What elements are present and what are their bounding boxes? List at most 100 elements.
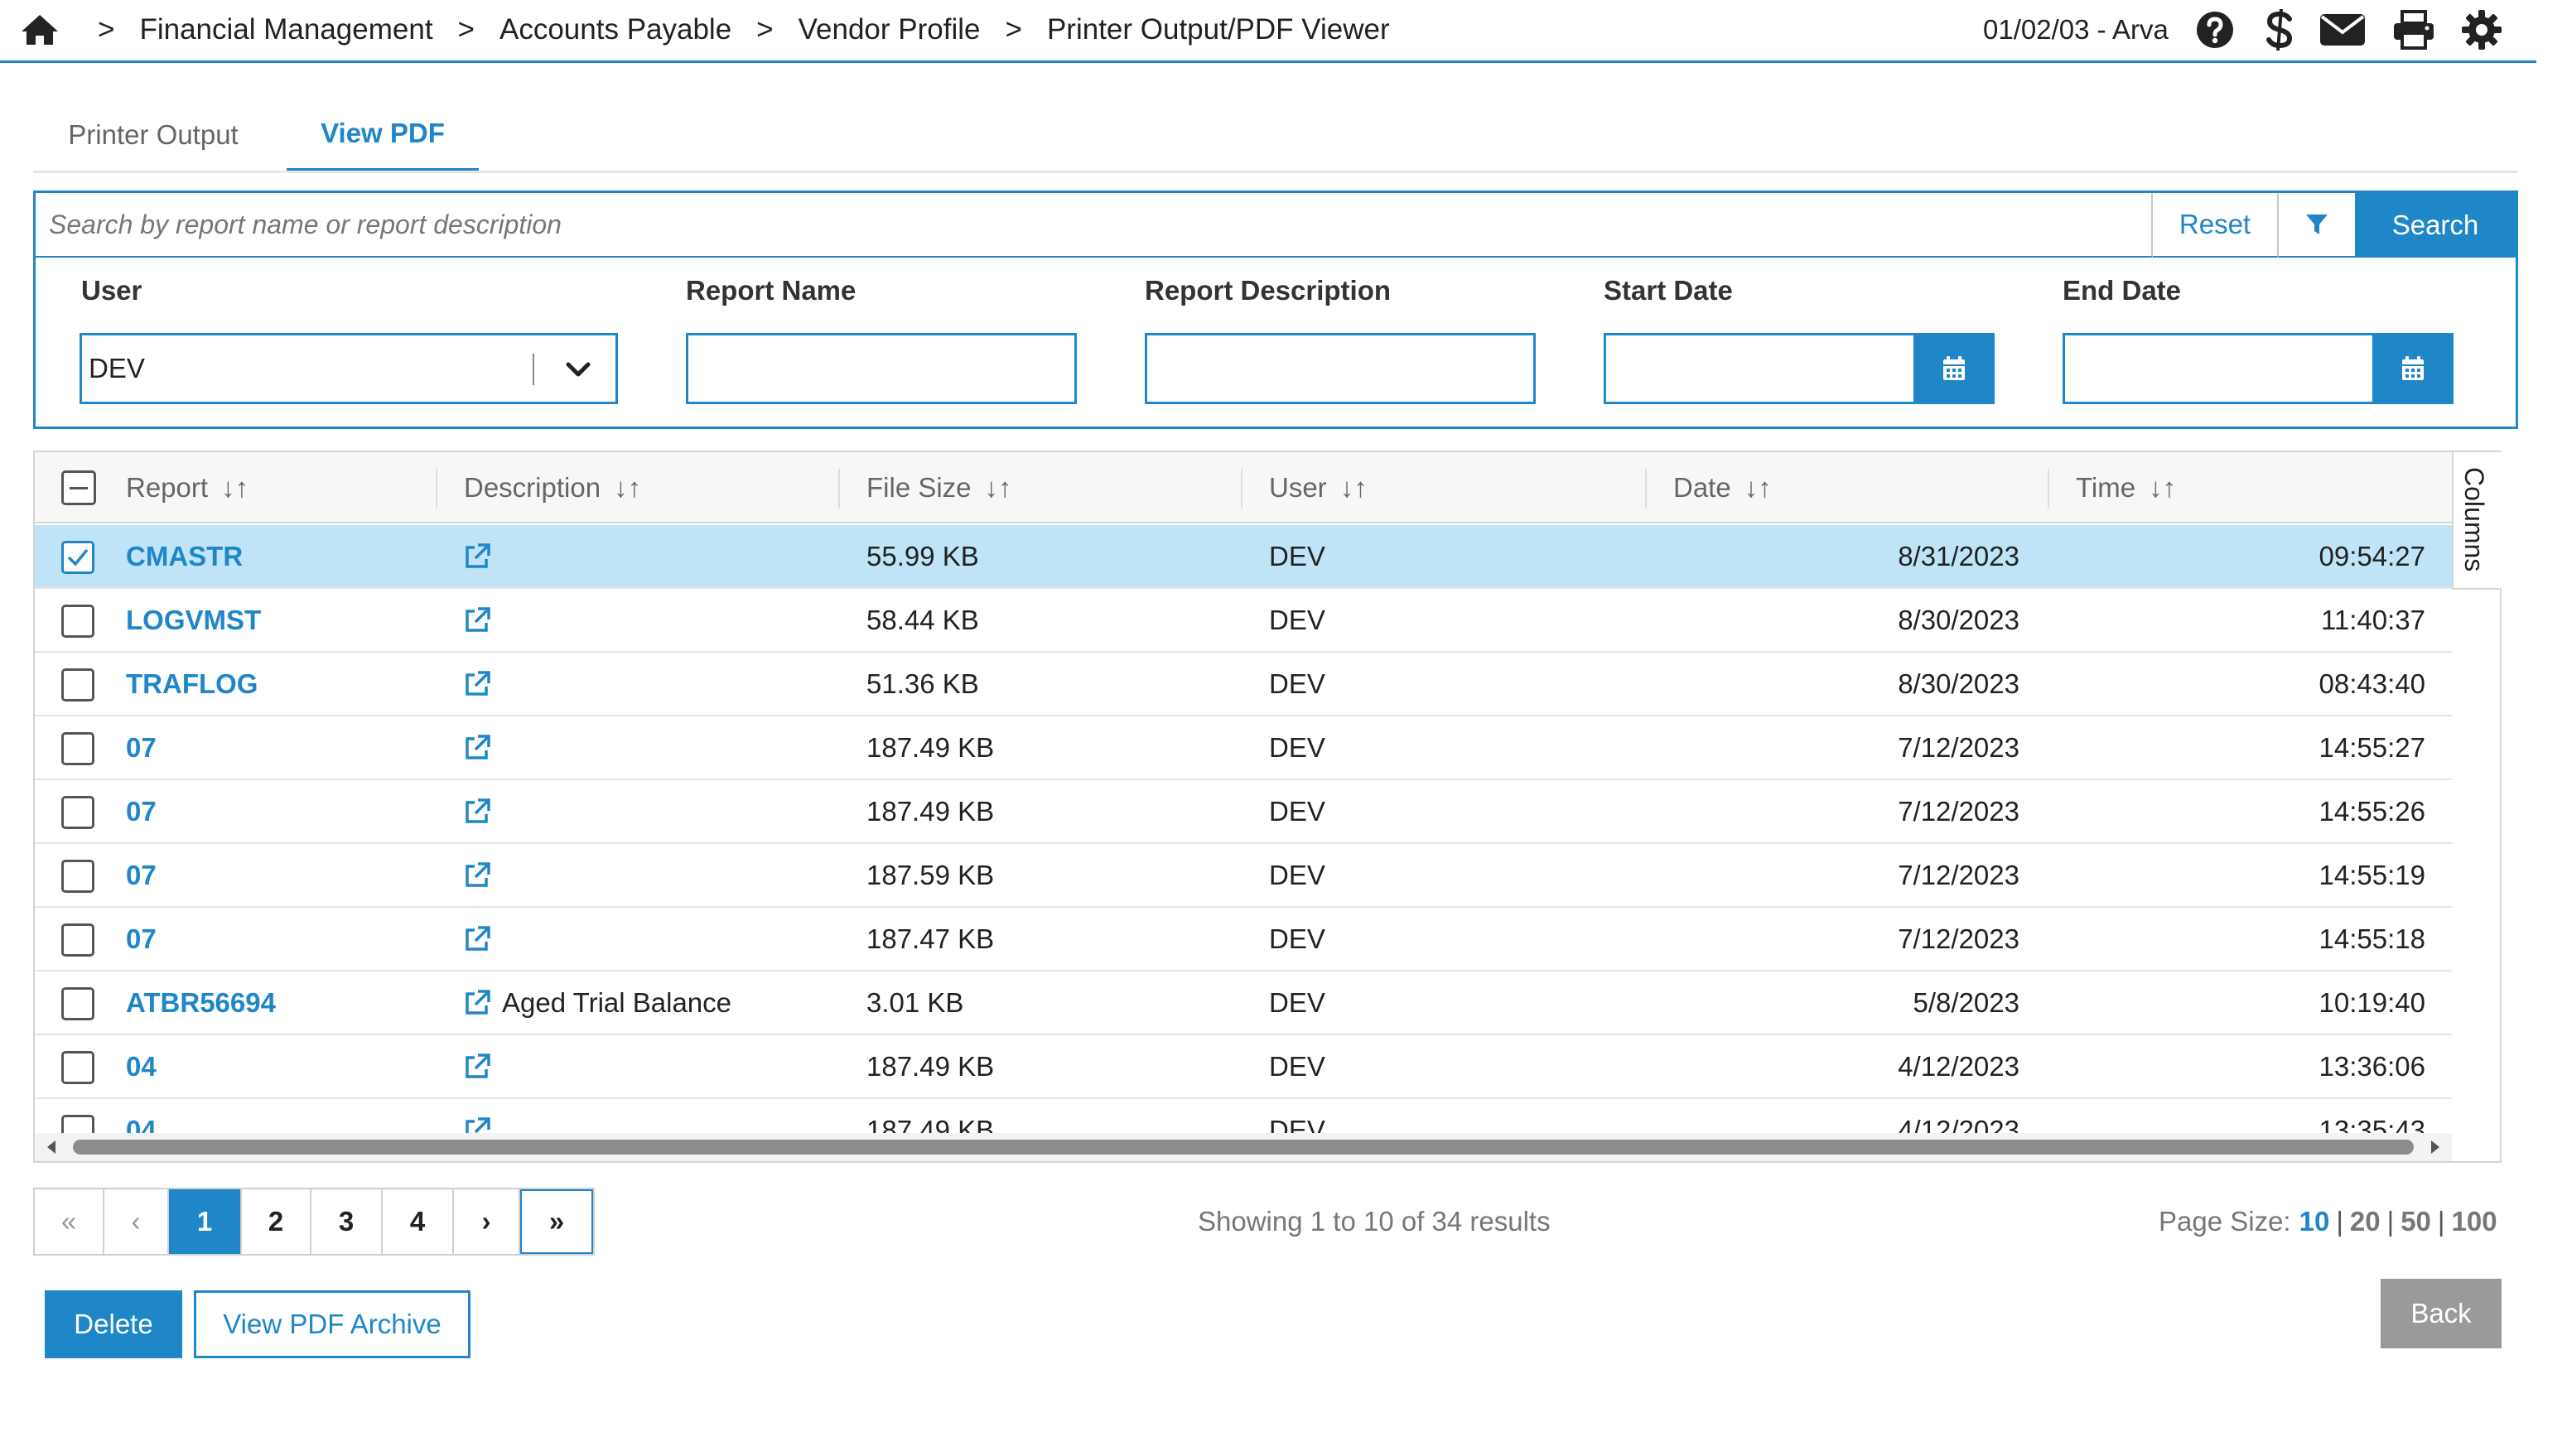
external-link-icon[interactable]	[462, 1052, 492, 1082]
page-1-button[interactable]: 1	[169, 1189, 242, 1254]
report-name-link[interactable]: 04	[126, 1035, 157, 1097]
column-divider	[1645, 469, 1647, 509]
filter-icon	[2306, 215, 2328, 234]
page-size-100[interactable]: 100	[2452, 1206, 2497, 1237]
report-name-link[interactable]: CMASTR	[126, 525, 243, 587]
report-name-link[interactable]: TRAFLOG	[126, 653, 258, 715]
sort-icon: ↓↑	[984, 472, 1012, 503]
end-date-input[interactable]	[2063, 333, 2454, 404]
date-cell: 8/30/2023	[1898, 668, 2019, 699]
help-icon[interactable]	[2192, 7, 2238, 53]
row-checkbox[interactable]	[61, 732, 94, 765]
gear-icon[interactable]	[2458, 7, 2505, 53]
external-link-icon[interactable]	[462, 988, 492, 1018]
external-link-icon[interactable]	[462, 669, 492, 699]
reset-button[interactable]: Reset	[2153, 193, 2279, 258]
page-2-button[interactable]: 2	[242, 1189, 311, 1254]
row-checkbox[interactable]	[61, 796, 94, 829]
table-row[interactable]: LOGVMST 58.44 KB DEV 8/30/2023 11:40:37	[35, 589, 2452, 653]
end-date-picker-button[interactable]	[2372, 333, 2454, 404]
column-header-user[interactable]: User ↓↑	[1269, 452, 1368, 523]
tab-printer-output[interactable]: Printer Output	[33, 98, 273, 172]
column-header-report[interactable]: Report ↓↑	[126, 452, 248, 523]
file-size: 51.36 KB	[866, 668, 979, 699]
tab-view-pdf[interactable]: View PDF	[287, 98, 479, 172]
table-row[interactable]: 07 187.49 KB DEV 7/12/2023 14:55:27	[35, 716, 2452, 780]
table-row[interactable]: 04 187.49 KB DEV 4/12/2023 13:36:06	[35, 1035, 2452, 1099]
scroll-right-arrow-icon[interactable]	[2425, 1138, 2444, 1156]
report-name-link[interactable]: 04	[126, 1099, 157, 1134]
row-checkbox[interactable]	[61, 541, 94, 574]
user-select[interactable]: DEV	[80, 333, 618, 404]
report-description-input[interactable]	[1145, 333, 1536, 404]
report-description-label: Report Description	[1145, 275, 1392, 306]
file-size: 187.47 KB	[866, 923, 995, 954]
home-icon[interactable]	[18, 12, 61, 48]
next-page-button[interactable]: ›	[454, 1189, 520, 1254]
start-date-input[interactable]	[1604, 333, 1995, 404]
external-link-icon[interactable]	[462, 797, 492, 827]
page-size-10[interactable]: 10	[2299, 1206, 2330, 1237]
search-input[interactable]	[36, 193, 2153, 258]
breadcrumb-financial-management[interactable]: Financial Management	[139, 13, 432, 46]
page-size-20[interactable]: 20	[2350, 1206, 2381, 1237]
breadcrumb-accounts-payable[interactable]: Accounts Payable	[499, 13, 731, 46]
row-checkbox[interactable]	[61, 605, 94, 638]
scroll-left-arrow-icon[interactable]	[43, 1138, 61, 1156]
scrollbar-thumb[interactable]	[73, 1140, 2414, 1155]
page-3-button[interactable]: 3	[311, 1189, 383, 1254]
external-link-icon[interactable]	[462, 542, 492, 571]
report-name-input[interactable]	[686, 333, 1077, 404]
select-all-checkbox[interactable]	[61, 470, 96, 505]
external-link-icon[interactable]	[462, 1116, 492, 1133]
horizontal-scrollbar[interactable]	[35, 1133, 2452, 1161]
page-4-button[interactable]: 4	[383, 1189, 454, 1254]
column-header-description[interactable]: Description ↓↑	[464, 452, 641, 523]
file-size: 187.49 KB	[866, 731, 995, 763]
row-checkbox[interactable]	[61, 1051, 94, 1084]
page-size-50[interactable]: 50	[2401, 1206, 2431, 1237]
print-icon[interactable]	[2391, 7, 2437, 53]
columns-toggle[interactable]: Columns	[2452, 452, 2502, 590]
table-row[interactable]: 07 187.47 KB DEV 7/12/2023 14:55:18	[35, 908, 2452, 971]
filter-toggle-button[interactable]	[2279, 193, 2355, 258]
search-button[interactable]: Search	[2355, 193, 2516, 258]
table-row[interactable]: CMASTR 55.99 KB DEV 8/31/2023 09:54:27	[35, 525, 2452, 589]
last-page-button[interactable]: »	[520, 1189, 593, 1254]
column-header-file-size[interactable]: File Size ↓↑	[866, 452, 1012, 523]
row-checkbox[interactable]	[61, 987, 94, 1020]
report-name-link[interactable]: 07	[126, 780, 157, 842]
mail-icon[interactable]	[2319, 7, 2366, 53]
prev-page-button[interactable]: ‹	[104, 1189, 169, 1254]
row-checkbox[interactable]	[61, 923, 94, 957]
calendar-icon	[1943, 356, 1965, 380]
first-page-button[interactable]: «	[35, 1189, 104, 1254]
report-name-link[interactable]: 07	[126, 716, 157, 779]
external-link-icon[interactable]	[462, 924, 492, 954]
report-name-link[interactable]: 07	[126, 908, 157, 970]
table-row[interactable]: 07 187.59 KB DEV 7/12/2023 14:55:19	[35, 844, 2452, 908]
table-row[interactable]: ATBR56694 Aged Trial Balance 3.01 KB DEV…	[35, 971, 2452, 1035]
table-row[interactable]: TRAFLOG 51.36 KB DEV 8/30/2023 08:43:40	[35, 653, 2452, 716]
table-row[interactable]: 07 187.49 KB DEV 7/12/2023 14:55:26	[35, 780, 2452, 844]
column-header-time[interactable]: Time ↓↑	[2076, 452, 2176, 523]
report-name-link[interactable]: ATBR56694	[126, 971, 276, 1034]
back-button[interactable]: Back	[2381, 1279, 2502, 1348]
dollar-s-icon[interactable]	[2256, 7, 2303, 53]
row-checkbox[interactable]	[61, 1115, 94, 1133]
start-date-picker-button[interactable]	[1913, 333, 1995, 404]
external-link-icon[interactable]	[462, 733, 492, 763]
table-row[interactable]: 04 187.49 KB DEV 4/12/2023 13:35:43	[35, 1099, 2452, 1133]
user-select-value: DEV	[89, 353, 145, 383]
row-checkbox[interactable]	[61, 668, 94, 701]
column-header-date[interactable]: Date ↓↑	[1673, 452, 1772, 523]
delete-button[interactable]: Delete	[45, 1290, 182, 1358]
report-name-link[interactable]: LOGVMST	[126, 589, 261, 651]
time-cell: 14:55:18	[2319, 923, 2425, 954]
external-link-icon[interactable]	[462, 605, 492, 635]
row-checkbox[interactable]	[61, 860, 94, 893]
external-link-icon[interactable]	[462, 861, 492, 890]
report-name-link[interactable]: 07	[126, 844, 157, 906]
view-pdf-archive-button[interactable]: View PDF Archive	[194, 1290, 470, 1358]
breadcrumb-vendor-profile[interactable]: Vendor Profile	[799, 13, 981, 46]
